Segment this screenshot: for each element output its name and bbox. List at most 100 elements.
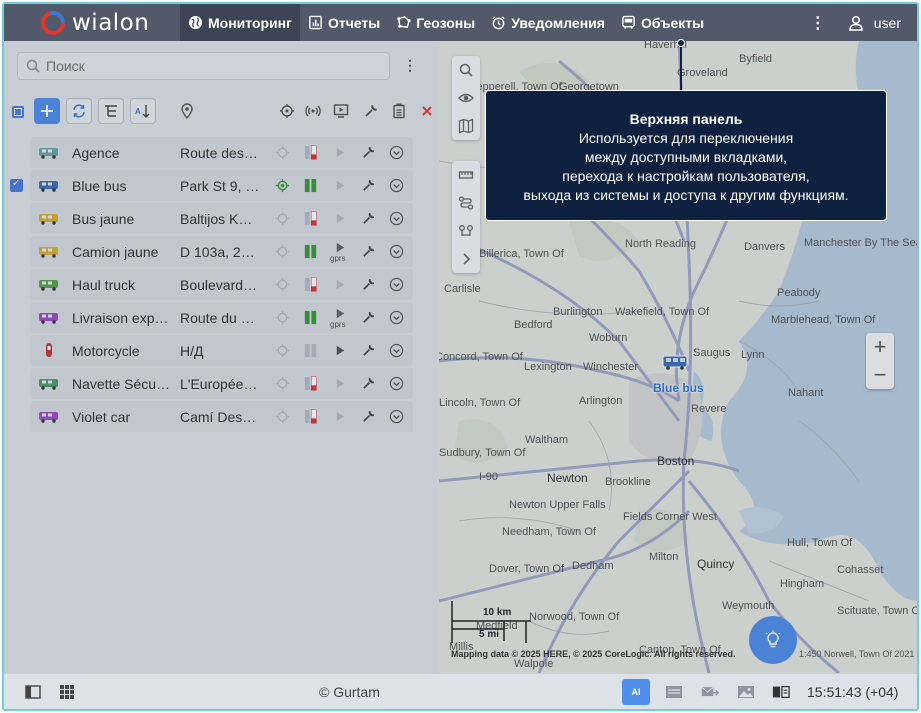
unit-address[interactable]: Park St 9, … [180, 178, 260, 194]
watch-target-icon[interactable] [274, 276, 290, 292]
unit-name[interactable]: Haul truck [72, 277, 176, 293]
unit-map-label[interactable]: Blue bus [653, 381, 704, 395]
unit-checkbox[interactable] [10, 178, 23, 192]
sort-button[interactable]: A [130, 98, 156, 124]
tab-reports[interactable]: Отчеты [300, 4, 388, 41]
unit-name[interactable]: Livraison exp… [72, 310, 176, 326]
unit-name[interactable]: Agence [72, 145, 176, 161]
unit-checkbox[interactable] [10, 311, 23, 324]
play-icon[interactable] [332, 144, 348, 160]
wrench-icon[interactable] [360, 177, 376, 193]
connection-status-icon[interactable] [302, 408, 318, 424]
tips-button[interactable] [749, 616, 797, 664]
unit-row[interactable]: Violet car Camí Des … [30, 401, 413, 432]
wrench-icon[interactable] [360, 243, 376, 259]
wrench-icon[interactable] [360, 210, 376, 226]
watch-target-icon[interactable] [274, 342, 290, 358]
properties-column-icon[interactable] [358, 98, 384, 124]
wrench-icon[interactable] [360, 144, 376, 160]
chevron-down-circle-icon[interactable] [388, 375, 404, 391]
connection-status-icon[interactable] [302, 276, 318, 292]
watch-target-icon[interactable] [274, 309, 290, 325]
wrench-icon[interactable] [360, 408, 376, 424]
watch-target-icon[interactable] [274, 210, 290, 226]
unit-row[interactable]: Agence Route des … [30, 137, 413, 168]
connection-status-icon[interactable] [302, 210, 318, 226]
watch-target-icon[interactable] [274, 177, 290, 193]
play-icon[interactable] [332, 276, 348, 292]
chevron-down-circle-icon[interactable] [388, 177, 404, 193]
unit-name[interactable]: Camion jaune [72, 244, 176, 260]
chevron-down-circle-icon[interactable] [388, 309, 404, 325]
tab-units[interactable]: Объекты [613, 4, 712, 41]
zoom-out-button[interactable]: − [866, 361, 894, 389]
chevron-down-circle-icon[interactable] [388, 243, 404, 259]
tab-notifications[interactable]: Уведомления [483, 4, 613, 41]
wrench-icon[interactable] [360, 309, 376, 325]
unit-address[interactable]: D 103a, 26… [180, 244, 260, 260]
map-search-button[interactable] [452, 56, 480, 84]
logs-button[interactable] [772, 683, 790, 701]
connection-column-icon[interactable] [300, 98, 326, 124]
connection-status-icon[interactable] [302, 342, 318, 358]
chevron-down-circle-icon[interactable] [388, 342, 404, 358]
play-icon[interactable] [332, 375, 348, 391]
unit-checkbox[interactable] [10, 344, 23, 357]
play-icon[interactable] [332, 408, 348, 424]
play-icon[interactable] [332, 210, 348, 226]
reports-column-icon[interactable] [386, 98, 412, 124]
connection-status-icon[interactable] [302, 243, 318, 259]
unit-address[interactable]: Н/Д [180, 343, 260, 359]
unit-row[interactable]: Motorcycle Н/Д [30, 335, 413, 366]
unit-row[interactable]: Bus jaune Baltijos Ke… [30, 203, 413, 234]
wrench-icon[interactable] [360, 276, 376, 292]
unit-address[interactable]: Boulevard … [180, 277, 260, 293]
unit-name[interactable]: Violet car [72, 409, 176, 425]
wrench-icon[interactable] [360, 342, 376, 358]
distance-button[interactable] [452, 217, 480, 245]
unit-address[interactable]: Route des … [180, 145, 260, 161]
search-box[interactable] [17, 52, 390, 80]
location-column-icon[interactable] [174, 98, 200, 124]
unit-row[interactable]: Livraison exp… Route du … gprs [30, 302, 413, 333]
unit-row[interactable]: Blue busPark St 9, … [10, 170, 413, 201]
search-input[interactable] [46, 58, 366, 74]
unit-name[interactable]: Blue bus [72, 178, 176, 194]
search-options-icon[interactable]: ⋮ [402, 57, 418, 74]
add-unit-button[interactable] [34, 98, 60, 124]
tab-geofences[interactable]: Геозоны [388, 4, 483, 41]
unit-row[interactable]: Haul truck Boulevard … [30, 269, 413, 300]
watch-column-icon[interactable] [274, 98, 300, 124]
wialon-logo[interactable]: wialon [4, 4, 180, 41]
chevron-down-circle-icon[interactable] [388, 276, 404, 292]
gallery-button[interactable] [737, 683, 755, 701]
watch-target-icon[interactable] [274, 375, 290, 391]
route-button[interactable] [452, 189, 480, 217]
play-icon[interactable] [332, 342, 348, 358]
connection-status-icon[interactable] [302, 144, 318, 160]
commands-column-icon[interactable] [328, 98, 354, 124]
map-source-button[interactable] [452, 112, 480, 140]
wrench-icon[interactable] [360, 375, 376, 391]
unit-name[interactable]: Bus jaune [72, 211, 176, 227]
play-icon[interactable] [332, 177, 348, 193]
ai-assistant-button[interactable]: AI [622, 679, 650, 705]
unit-row[interactable]: Camion jaune D 103a, 26… gprs [30, 236, 413, 267]
ruler-button[interactable] [452, 161, 480, 189]
select-all-checkbox[interactable] [12, 106, 24, 118]
toggle-panel-button[interactable] [24, 683, 42, 701]
watch-target-icon[interactable] [274, 243, 290, 259]
unit-marker-icon[interactable] [661, 354, 691, 370]
tab-monitoring[interactable]: Мониторинг [180, 4, 300, 41]
unit-checkbox[interactable] [10, 377, 23, 390]
remove-units-button[interactable] [414, 98, 440, 124]
unit-name[interactable]: Motorcycle [72, 343, 176, 359]
unit-address[interactable]: L'Européen… [180, 376, 260, 392]
refresh-button[interactable] [66, 98, 92, 124]
chevron-down-circle-icon[interactable] [388, 144, 404, 160]
connection-status-icon[interactable] [302, 375, 318, 391]
connection-status-icon[interactable] [302, 177, 318, 193]
more-menu-icon[interactable]: ⋮ [806, 13, 830, 33]
watch-target-icon[interactable] [274, 144, 290, 160]
unit-address[interactable]: Baltijos Ke… [180, 211, 260, 227]
